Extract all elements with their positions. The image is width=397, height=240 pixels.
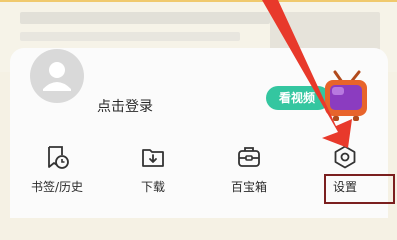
toolbox-icon [238, 147, 260, 167]
avatar[interactable] [30, 49, 84, 103]
toolbox-label: 百宝箱 [230, 180, 267, 194]
download-icon [142, 149, 164, 167]
bookmark-history-button[interactable]: 书签/历史 [27, 144, 87, 195]
background-placeholder-bar [20, 12, 270, 24]
tv-mascot-icon[interactable] [323, 70, 369, 122]
settings-highlight-box [324, 174, 395, 204]
bookmark-history-label: 书签/历史 [30, 180, 84, 194]
settings-hexagon-icon [334, 145, 356, 169]
download-button[interactable]: 下载 [128, 144, 178, 195]
background-placeholder-bar [20, 32, 240, 41]
login-link[interactable]: 点击登录 [97, 96, 153, 116]
bookmark-history-icon [48, 146, 69, 169]
download-label: 下载 [140, 180, 165, 194]
user-icon [43, 62, 71, 91]
toolbox-button[interactable]: 百宝箱 [219, 144, 279, 195]
watch-video-button[interactable]: 看视频 [266, 86, 330, 110]
